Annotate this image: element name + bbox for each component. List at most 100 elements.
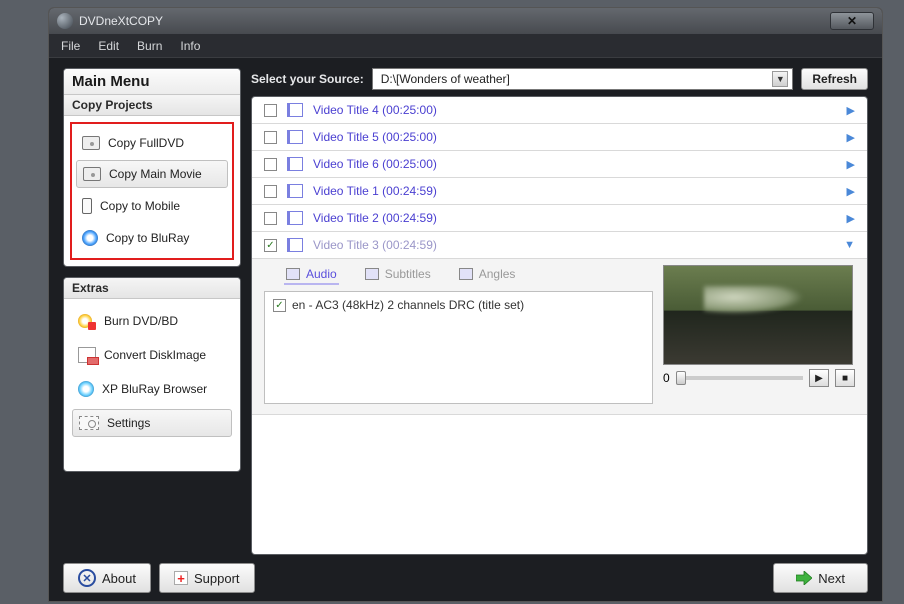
title-checkbox[interactable] bbox=[264, 239, 277, 252]
audio-tab-icon bbox=[286, 268, 300, 280]
label-copy-fulldvd: Copy FullDVD bbox=[108, 136, 184, 150]
expand-arrow-icon[interactable]: ▶ bbox=[847, 185, 855, 198]
main-menu-header: Main Menu bbox=[64, 69, 240, 95]
next-label: Next bbox=[818, 571, 845, 586]
video-title-icon bbox=[287, 130, 303, 144]
copy-projects-highlight: Copy FullDVD Copy Main Movie Copy to Mob… bbox=[70, 122, 234, 260]
support-icon: + bbox=[174, 571, 188, 585]
label-convert: Convert DiskImage bbox=[104, 348, 206, 362]
tab-angles-label: Angles bbox=[479, 267, 516, 281]
sidebar-item-xpbluray[interactable]: XP BluRay Browser bbox=[72, 375, 232, 403]
fulldvd-icon bbox=[82, 136, 100, 150]
audio-track-row[interactable]: en - AC3 (48kHz) 2 channels DRC (title s… bbox=[273, 298, 644, 312]
mainmovie-icon bbox=[83, 167, 101, 181]
app-icon bbox=[57, 13, 73, 29]
tab-subtitles[interactable]: Subtitles bbox=[363, 265, 433, 285]
video-title-icon bbox=[287, 211, 303, 225]
arrow-right-icon bbox=[796, 571, 812, 585]
chevron-down-icon[interactable]: ▼ bbox=[772, 71, 788, 87]
tab-angles[interactable]: Angles bbox=[457, 265, 518, 285]
title-checkbox[interactable] bbox=[264, 104, 277, 117]
subtitles-tab-icon bbox=[365, 268, 379, 280]
sidebar-item-copy-mainmovie[interactable]: Copy Main Movie bbox=[76, 160, 228, 188]
audio-track-label: en - AC3 (48kHz) 2 channels DRC (title s… bbox=[292, 298, 524, 312]
title-label: Video Title 6 (00:25:00) bbox=[313, 157, 837, 171]
sidebar-item-burn[interactable]: Burn DVD/BD bbox=[72, 307, 232, 335]
label-burn: Burn DVD/BD bbox=[104, 314, 178, 328]
source-label: Select your Source: bbox=[251, 72, 364, 86]
title-checkbox[interactable] bbox=[264, 185, 277, 198]
app-title: DVDneXtCOPY bbox=[79, 14, 824, 28]
source-row: Select your Source: D:\[Wonders of weath… bbox=[251, 68, 868, 90]
xpbluray-icon bbox=[78, 381, 94, 397]
main-menu-panel: Main Menu Copy Projects Copy FullDVD Cop… bbox=[63, 68, 241, 267]
footer: ✕ About + Support Next bbox=[63, 563, 868, 593]
detail-tabs: Audio Subtitles Angles bbox=[264, 265, 653, 285]
about-button[interactable]: ✕ About bbox=[63, 563, 151, 593]
main-area: Select your Source: D:\[Wonders of weath… bbox=[251, 68, 868, 555]
title-list: Video Title 4 (00:25:00) ▶ Video Title 5… bbox=[251, 96, 868, 555]
title-label: Video Title 1 (00:24:59) bbox=[313, 184, 837, 198]
tab-audio[interactable]: Audio bbox=[284, 265, 339, 285]
title-label: Video Title 5 (00:25:00) bbox=[313, 130, 837, 144]
refresh-label: Refresh bbox=[812, 72, 857, 86]
video-title-icon bbox=[287, 238, 303, 252]
expand-arrow-icon[interactable]: ▶ bbox=[847, 131, 855, 144]
audio-track-list: en - AC3 (48kHz) 2 channels DRC (title s… bbox=[264, 291, 653, 404]
convert-icon bbox=[78, 347, 96, 363]
menu-file[interactable]: File bbox=[61, 39, 80, 53]
title-detail: Audio Subtitles Angles bbox=[252, 259, 867, 415]
extras-panel: Extras Burn DVD/BD Convert DiskImage bbox=[63, 277, 241, 472]
sidebar-item-convert[interactable]: Convert DiskImage bbox=[72, 341, 232, 369]
expand-arrow-icon[interactable]: ▶ bbox=[847, 212, 855, 225]
refresh-button[interactable]: Refresh bbox=[801, 68, 868, 90]
sidebar-item-copy-fulldvd[interactable]: Copy FullDVD bbox=[76, 130, 228, 156]
video-title-icon bbox=[287, 157, 303, 171]
support-button[interactable]: + Support bbox=[159, 563, 255, 593]
extras-header: Extras bbox=[64, 278, 240, 299]
about-icon: ✕ bbox=[78, 569, 96, 587]
title-row-selected[interactable]: Video Title 3 (00:24:59) ▼ bbox=[252, 232, 867, 259]
support-label: Support bbox=[194, 571, 240, 586]
title-row[interactable]: Video Title 2 (00:24:59) ▶ bbox=[252, 205, 867, 232]
title-row[interactable]: Video Title 5 (00:25:00) ▶ bbox=[252, 124, 867, 151]
about-label: About bbox=[102, 571, 136, 586]
slider-handle-icon[interactable] bbox=[676, 371, 686, 385]
play-button[interactable]: ▶ bbox=[809, 369, 829, 387]
title-checkbox[interactable] bbox=[264, 131, 277, 144]
preview-slider[interactable] bbox=[676, 376, 803, 380]
stop-button[interactable]: ■ bbox=[835, 369, 855, 387]
angles-tab-icon bbox=[459, 268, 473, 280]
burn-icon bbox=[78, 313, 96, 329]
close-button[interactable]: ✕ bbox=[830, 12, 874, 30]
titlebar: DVDneXtCOPY ✕ bbox=[49, 8, 882, 34]
expand-arrow-icon[interactable]: ▶ bbox=[847, 104, 855, 117]
source-value: D:\[Wonders of weather] bbox=[381, 72, 510, 86]
sidebar-item-copy-bluray[interactable]: Copy to BluRay bbox=[76, 224, 228, 252]
mobile-icon bbox=[82, 198, 92, 214]
sidebar: Main Menu Copy Projects Copy FullDVD Cop… bbox=[63, 68, 241, 555]
title-row[interactable]: Video Title 1 (00:24:59) ▶ bbox=[252, 178, 867, 205]
menu-edit[interactable]: Edit bbox=[98, 39, 119, 53]
title-row[interactable]: Video Title 4 (00:25:00) ▶ bbox=[252, 97, 867, 124]
title-label: Video Title 2 (00:24:59) bbox=[313, 211, 837, 225]
sidebar-item-copy-mobile[interactable]: Copy to Mobile bbox=[76, 192, 228, 220]
bluray-icon bbox=[82, 230, 98, 246]
title-checkbox[interactable] bbox=[264, 158, 277, 171]
expand-arrow-icon[interactable]: ▶ bbox=[847, 158, 855, 171]
preview-slider-row: 0 ▶ ■ bbox=[663, 369, 855, 387]
menu-info[interactable]: Info bbox=[180, 39, 200, 53]
title-label: Video Title 4 (00:25:00) bbox=[313, 103, 837, 117]
settings-icon bbox=[79, 416, 99, 430]
label-settings: Settings bbox=[107, 416, 150, 430]
title-checkbox[interactable] bbox=[264, 212, 277, 225]
video-preview bbox=[663, 265, 853, 365]
menu-burn[interactable]: Burn bbox=[137, 39, 162, 53]
tab-subtitles-label: Subtitles bbox=[385, 267, 431, 281]
audio-checkbox[interactable] bbox=[273, 299, 286, 312]
next-button[interactable]: Next bbox=[773, 563, 868, 593]
collapse-arrow-icon[interactable]: ▼ bbox=[844, 239, 855, 251]
source-select[interactable]: D:\[Wonders of weather] ▼ bbox=[372, 68, 794, 90]
sidebar-item-settings[interactable]: Settings bbox=[72, 409, 232, 437]
title-row[interactable]: Video Title 6 (00:25:00) ▶ bbox=[252, 151, 867, 178]
